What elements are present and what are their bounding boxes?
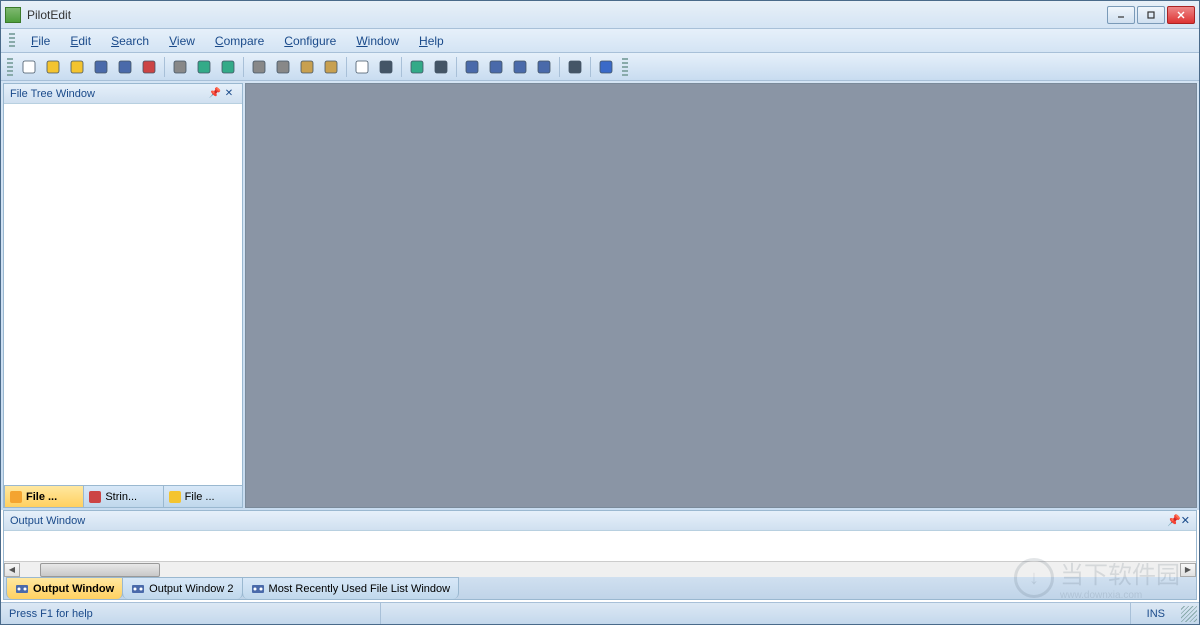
hex-icon[interactable] bbox=[564, 56, 586, 78]
menubar-gripper[interactable] bbox=[9, 33, 15, 49]
file-tree-title: File Tree Window bbox=[10, 88, 95, 100]
bookmark-icon[interactable] bbox=[461, 56, 483, 78]
star-icon bbox=[168, 490, 182, 504]
bookmark-clear-icon[interactable] bbox=[533, 56, 555, 78]
maximize-button[interactable] bbox=[1137, 6, 1165, 24]
toolbar-separator bbox=[164, 57, 165, 77]
output-icon bbox=[15, 582, 29, 596]
output-tab-label: Output Window bbox=[33, 583, 114, 595]
sidebar-tab-2[interactable]: File ... bbox=[163, 485, 243, 507]
app-window: PilotEdit FileEditSearchViewCompareConfi… bbox=[0, 0, 1200, 625]
panel-close-icon[interactable]: ✕ bbox=[1181, 514, 1190, 527]
minimize-button[interactable] bbox=[1107, 6, 1135, 24]
output-hscrollbar[interactable]: ◀ ▶ bbox=[4, 561, 1196, 577]
search-icon[interactable] bbox=[248, 56, 270, 78]
redo-icon[interactable] bbox=[217, 56, 239, 78]
file-tree-panel: File Tree Window 📌 ✕ File ...Strin...Fil… bbox=[3, 83, 243, 508]
cut-icon[interactable] bbox=[169, 56, 191, 78]
menu-view[interactable]: View bbox=[159, 31, 205, 51]
output-body[interactable]: ◀ ▶ bbox=[4, 531, 1196, 577]
pin-icon[interactable]: 📌 bbox=[1167, 514, 1181, 527]
pin-icon[interactable]: 📌 bbox=[208, 87, 222, 101]
panel-close-icon[interactable]: ✕ bbox=[222, 87, 236, 101]
editor-area[interactable] bbox=[245, 83, 1197, 508]
save-icon[interactable] bbox=[90, 56, 112, 78]
scroll-thumb[interactable] bbox=[40, 563, 160, 577]
document-icon[interactable] bbox=[351, 56, 373, 78]
close-button[interactable] bbox=[1167, 6, 1195, 24]
mru-icon bbox=[251, 582, 265, 596]
app-icon bbox=[5, 7, 21, 23]
menubar: FileEditSearchViewCompareConfigureWindow… bbox=[1, 29, 1199, 53]
output-tab-1[interactable]: Output Window 2 bbox=[122, 577, 242, 599]
sidebar-tab-label: File ... bbox=[185, 491, 215, 503]
titlebar: PilotEdit bbox=[1, 1, 1199, 29]
status-help: Press F1 for help bbox=[1, 603, 381, 624]
menu-compare[interactable]: Compare bbox=[205, 31, 274, 51]
scroll-track[interactable] bbox=[20, 563, 1180, 577]
statusbar: Press F1 for help INS bbox=[1, 602, 1199, 624]
save-all-icon[interactable] bbox=[114, 56, 136, 78]
copy-icon[interactable] bbox=[272, 56, 294, 78]
toolbar-separator bbox=[590, 57, 591, 77]
window-controls bbox=[1107, 6, 1195, 24]
open-ftp-icon[interactable] bbox=[66, 56, 88, 78]
run-icon[interactable] bbox=[406, 56, 428, 78]
scroll-left-icon[interactable]: ◀ bbox=[4, 563, 20, 577]
status-insert-mode: INS bbox=[1130, 603, 1181, 624]
paste-icon[interactable] bbox=[296, 56, 318, 78]
sidebar-tab-0[interactable]: File ... bbox=[4, 485, 84, 507]
toolbar-separator bbox=[401, 57, 402, 77]
sidebar-tab-label: File ... bbox=[26, 491, 57, 503]
sidebar-tab-1[interactable]: Strin... bbox=[83, 485, 163, 507]
toolbar-gripper-end[interactable] bbox=[622, 58, 628, 76]
output-tab-label: Output Window 2 bbox=[149, 583, 233, 595]
paste-special-icon[interactable] bbox=[320, 56, 342, 78]
menu-search[interactable]: Search bbox=[101, 31, 159, 51]
tree-icon bbox=[9, 490, 23, 504]
sidebar-tab-label: Strin... bbox=[105, 491, 137, 503]
menu-help[interactable]: Help bbox=[409, 31, 454, 51]
menu-window[interactable]: Window bbox=[346, 31, 409, 51]
toolbar-gripper[interactable] bbox=[7, 58, 13, 76]
output-panel: Output Window 📌 ✕ ◀ ▶ Output WindowOutpu… bbox=[3, 510, 1197, 600]
output-header: Output Window 📌 ✕ bbox=[4, 511, 1196, 531]
main-area: File Tree Window 📌 ✕ File ...Strin...Fil… bbox=[1, 81, 1199, 510]
new-file-icon[interactable] bbox=[18, 56, 40, 78]
menu-edit[interactable]: Edit bbox=[60, 31, 101, 51]
resize-grip-icon[interactable] bbox=[1181, 606, 1197, 622]
sort-icon[interactable] bbox=[375, 56, 397, 78]
toolbar-separator bbox=[456, 57, 457, 77]
output-tab-2[interactable]: Most Recently Used File List Window bbox=[242, 577, 460, 599]
toolbar-separator bbox=[243, 57, 244, 77]
output-tab-label: Most Recently Used File List Window bbox=[269, 583, 451, 595]
file-tree-header: File Tree Window 📌 ✕ bbox=[4, 84, 242, 104]
string-icon bbox=[88, 490, 102, 504]
menu-configure[interactable]: Configure bbox=[274, 31, 346, 51]
first-icon[interactable] bbox=[430, 56, 452, 78]
help-icon[interactable] bbox=[595, 56, 617, 78]
toolbar-separator bbox=[346, 57, 347, 77]
output-title: Output Window bbox=[10, 515, 85, 527]
app-title: PilotEdit bbox=[27, 8, 1107, 22]
menu-file[interactable]: File bbox=[21, 31, 60, 51]
undo-icon[interactable] bbox=[193, 56, 215, 78]
file-tree-body[interactable] bbox=[4, 104, 242, 485]
close-icon[interactable] bbox=[138, 56, 160, 78]
scroll-right-icon[interactable]: ▶ bbox=[1180, 563, 1196, 577]
open-file-icon[interactable] bbox=[42, 56, 64, 78]
output-tabs: Output Window Output Window 2 Most Recentl… bbox=[4, 577, 1196, 599]
output-tab-0[interactable]: Output Window bbox=[6, 577, 123, 599]
bookmark-prev-icon[interactable] bbox=[509, 56, 531, 78]
bookmark-next-icon[interactable] bbox=[485, 56, 507, 78]
toolbar bbox=[1, 53, 1199, 81]
sidebar-tabs: File ... Strin... File ... bbox=[4, 485, 242, 507]
output-icon bbox=[131, 582, 145, 596]
toolbar-separator bbox=[559, 57, 560, 77]
